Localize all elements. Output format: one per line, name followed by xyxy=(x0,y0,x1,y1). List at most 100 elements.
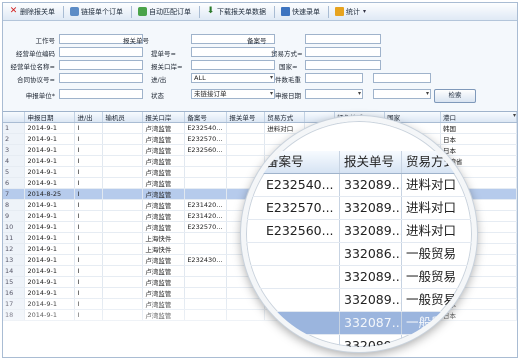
magnified-cell: E232570... xyxy=(262,197,340,219)
magnified-cell: 一般贸易 xyxy=(406,246,457,261)
table-cell: 2014-9-1 xyxy=(24,309,76,321)
quick-entry-button[interactable]: 快速录单 xyxy=(277,4,324,20)
table-cell xyxy=(102,155,144,167)
decl-date-from[interactable] xyxy=(305,89,363,99)
row-number-cell: 16 xyxy=(3,287,26,299)
toolbar-separator xyxy=(131,5,132,18)
table-cell: E232570... xyxy=(184,133,228,145)
table-cell: 2014-9-1 xyxy=(24,166,76,178)
table-cell: E232540... xyxy=(184,122,228,134)
table-cell xyxy=(102,166,144,178)
column-header[interactable]: 进/出 xyxy=(74,112,104,123)
table-cell: 卢湾监管 xyxy=(142,122,186,134)
table-cell: I xyxy=(74,133,104,145)
delete-declaration-button[interactable]: ✕ 删除报关单 xyxy=(5,4,59,20)
decl-no-label: 报关单号 xyxy=(123,37,149,45)
row-number-cell: 11 xyxy=(3,232,26,244)
gross-to-field[interactable] xyxy=(373,73,431,83)
magnified-header-row: 备案号 报关单号 贸易方式 xyxy=(246,151,472,174)
toolbar-separator xyxy=(328,5,329,18)
row-number-cell: 12 xyxy=(3,243,26,255)
column-header[interactable]: 备案号 xyxy=(184,112,228,123)
bill-no-field[interactable] xyxy=(191,47,275,57)
toolbar-separator xyxy=(199,5,200,18)
row-number-cell: 13 xyxy=(3,254,26,266)
table-cell: 2014-9-1 xyxy=(24,254,76,266)
table-cell xyxy=(102,232,144,244)
table-cell: E232560... xyxy=(184,144,228,156)
table-cell: 卢湾监管 xyxy=(142,144,186,156)
row-number-cell: 7 xyxy=(3,188,26,200)
table-cell: 卢湾监管 xyxy=(142,265,186,277)
row-number-cell: 9 xyxy=(3,210,26,222)
chevron-down-icon[interactable]: ▾ xyxy=(363,8,366,15)
contract-field[interactable] xyxy=(59,73,143,83)
table-cell: 上海快件 xyxy=(142,232,186,244)
column-header[interactable]: 报关口岸 xyxy=(142,112,186,123)
decl-date-to[interactable] xyxy=(373,89,431,99)
magnified-cell: 332089... xyxy=(340,220,402,242)
quick-entry-label: 快速录单 xyxy=(292,7,320,16)
table-cell xyxy=(184,265,228,277)
owner-name-label: 经营单位名称≈ xyxy=(10,63,55,71)
statistics-button[interactable]: 统计 ▾ xyxy=(331,4,370,20)
table-cell: E232430... xyxy=(184,254,228,266)
table-cell: I xyxy=(74,309,104,321)
table-cell: 卢湾监管 xyxy=(142,298,186,310)
table-cell: I xyxy=(74,177,104,189)
table-cell: 卢湾监管 xyxy=(142,254,186,266)
download-data-button[interactable]: ⬇ 下载报关单数据 xyxy=(202,4,270,20)
toolbar-separator xyxy=(63,5,64,18)
owner-name-field[interactable] xyxy=(59,60,143,70)
gross-from-field[interactable] xyxy=(305,73,363,83)
magnified-cell xyxy=(262,312,340,334)
magnified-cell xyxy=(262,243,340,265)
table-cell xyxy=(102,221,144,233)
table-cell: E232570... xyxy=(184,221,228,233)
port-label: 报关口岸≈ xyxy=(151,63,183,71)
column-header[interactable]: 申报日期 xyxy=(24,112,76,123)
trade-mode-field[interactable] xyxy=(305,47,381,57)
column-header[interactable]: 输机员 xyxy=(102,112,144,123)
table-cell xyxy=(184,166,228,178)
table-cell: 2014-9-1 xyxy=(24,177,76,189)
table-cell: I xyxy=(74,210,104,222)
table-cell xyxy=(102,276,144,288)
table-cell: 2014-9-1 xyxy=(24,265,76,277)
port-field[interactable] xyxy=(191,60,275,70)
table-cell: 2014-9-1 xyxy=(24,155,76,167)
link-order-button[interactable]: 链接单个订单 xyxy=(66,4,127,20)
quick-entry-icon xyxy=(281,7,290,16)
magnified-row: 332089... 一般贸易 xyxy=(246,266,472,289)
search-button[interactable]: 检索 xyxy=(434,89,476,103)
table-cell xyxy=(102,144,144,156)
table-cell: 卢湾监管 xyxy=(142,155,186,167)
auto-match-button[interactable]: 自动匹配订单 xyxy=(134,4,195,20)
table-cell xyxy=(102,210,144,222)
magnified-cell xyxy=(262,266,340,288)
status-select[interactable]: 未链接订单 xyxy=(191,89,275,99)
magnified-cell: 一般贸易 xyxy=(406,292,457,307)
country-field[interactable] xyxy=(305,60,381,70)
owner-code-field[interactable] xyxy=(59,47,143,57)
status-label: 状态 xyxy=(151,92,164,100)
ie-select[interactable]: ALL xyxy=(191,73,275,83)
table-cell: I xyxy=(74,221,104,233)
contract-label: 合同协议号≈ xyxy=(17,76,55,84)
magnified-header: 备案号 xyxy=(262,151,340,173)
table-cell xyxy=(184,232,228,244)
table-cell xyxy=(102,188,144,200)
table-cell: 2014-9-1 xyxy=(24,243,76,255)
magnified-row: E232540... 332089... 进料对口 xyxy=(246,174,472,197)
declarant-field[interactable] xyxy=(59,89,143,99)
table-cell: I xyxy=(74,144,104,156)
table-cell xyxy=(102,199,144,211)
bill-no-label: 提单号≈ xyxy=(151,50,176,58)
magnified-row: 332087... 一般贸易 xyxy=(246,312,472,335)
record-no-field[interactable] xyxy=(305,34,381,44)
magnified-header: 报关单号 xyxy=(340,151,402,173)
table-cell xyxy=(184,287,228,299)
record-no-label: 备案号 xyxy=(247,37,267,45)
table-cell: I xyxy=(74,265,104,277)
row-number-cell: 10 xyxy=(3,221,26,233)
